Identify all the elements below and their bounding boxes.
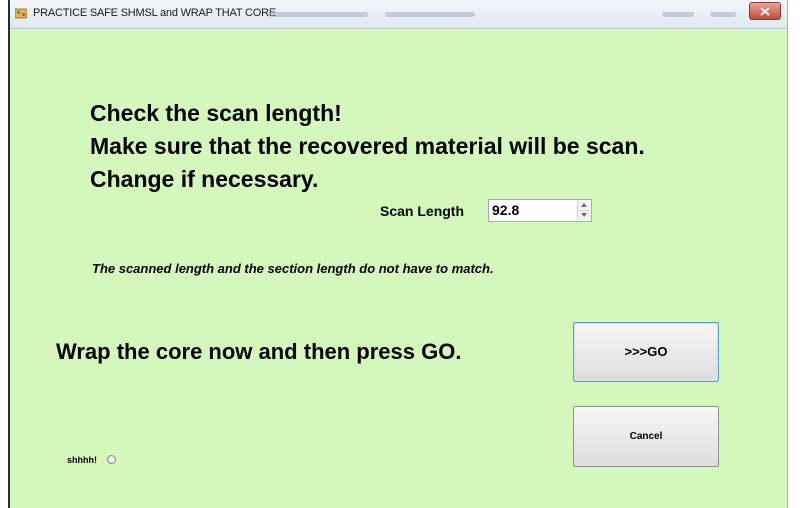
spin-up-button[interactable] [578,201,590,211]
length-note: The scanned length and the section lengt… [92,261,494,276]
spinner-buttons [577,201,590,220]
app-icon [15,8,27,19]
shhhh-label: shhhh! [67,455,97,465]
wrap-instruction: Wrap the core now and then press GO. [56,339,462,364]
instruction-line-3: Change if necessary. [90,166,319,192]
scan-length-label: Scan Length [380,203,465,219]
spin-up-icon [581,203,587,207]
scan-length-spinner[interactable]: 92.8 [488,199,592,222]
instruction-line-2: Make sure that the recovered material wi… [90,133,645,159]
cancel-button[interactable]: Cancel [573,406,719,467]
title-bar-shading [268,12,368,17]
maximize-button[interactable] [710,12,736,17]
window-title: PRACTICE SAFE SHMSL and WRAP THAT CORE [33,7,277,19]
close-icon [760,7,770,16]
close-button[interactable] [749,2,781,20]
spin-down-button[interactable] [578,211,590,220]
spin-down-icon [581,213,587,217]
title-bar-shading [385,12,475,17]
go-button[interactable]: >>>GO [573,322,719,382]
main-window: PRACTICE SAFE SHMSL and WRAP THAT CORE C… [8,0,788,508]
minimize-button[interactable] [662,12,694,17]
scan-length-input[interactable]: 92.8 [492,202,519,218]
title-bar[interactable]: PRACTICE SAFE SHMSL and WRAP THAT CORE [10,0,787,29]
shhhh-radio[interactable] [107,455,116,464]
instruction-line-1: Check the scan length! [90,100,342,126]
